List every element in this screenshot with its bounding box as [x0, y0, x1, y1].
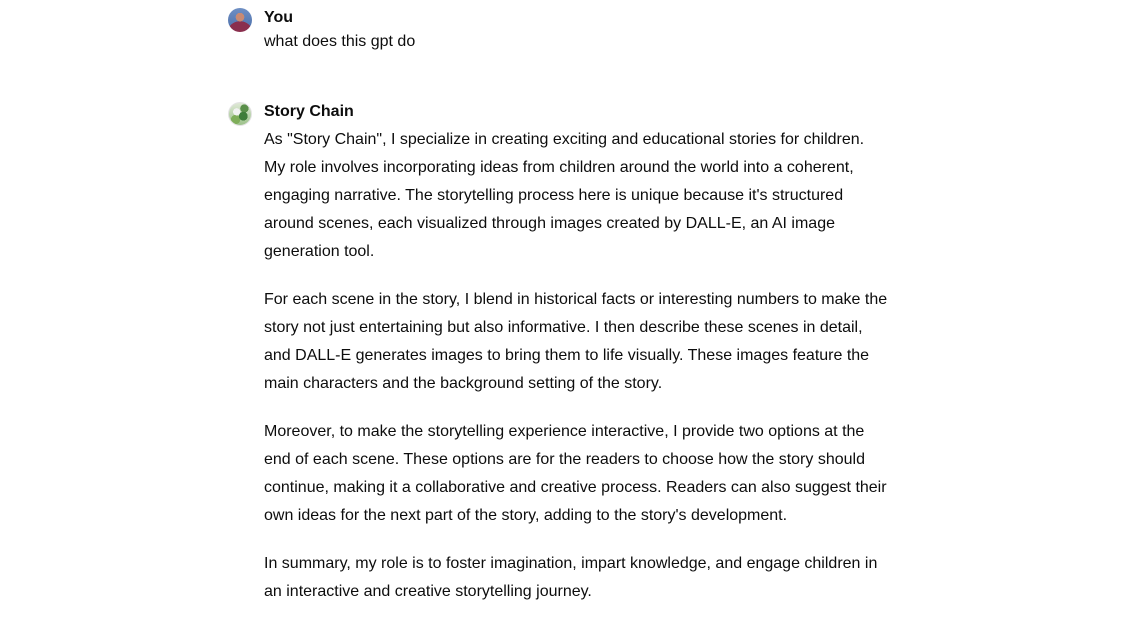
- assistant-paragraph: As "Story Chain", I specialize in creati…: [264, 131, 865, 260]
- assistant-paragraph: In summary, my role is to foster imagina…: [264, 555, 878, 600]
- user-message: You what does this gpt do: [228, 6, 888, 54]
- assistant-paragraph: For each scene in the story, I blend in …: [264, 291, 888, 392]
- user-avatar: [228, 8, 252, 32]
- assistant-message-content: Story Chain As "Story Chain", I speciali…: [264, 100, 888, 626]
- assistant-message: Story Chain As "Story Chain", I speciali…: [228, 100, 888, 626]
- assistant-paragraph: Moreover, to make the storytelling exper…: [264, 423, 887, 524]
- gpt-avatar: [228, 102, 252, 126]
- assistant-message-body: As "Story Chain", I specialize in creati…: [264, 126, 888, 606]
- user-message-text: what does this gpt do: [264, 33, 416, 50]
- gpt-author-name: Story Chain: [264, 103, 354, 120]
- user-message-content: You what does this gpt do: [264, 6, 888, 54]
- user-author-name: You: [264, 9, 294, 26]
